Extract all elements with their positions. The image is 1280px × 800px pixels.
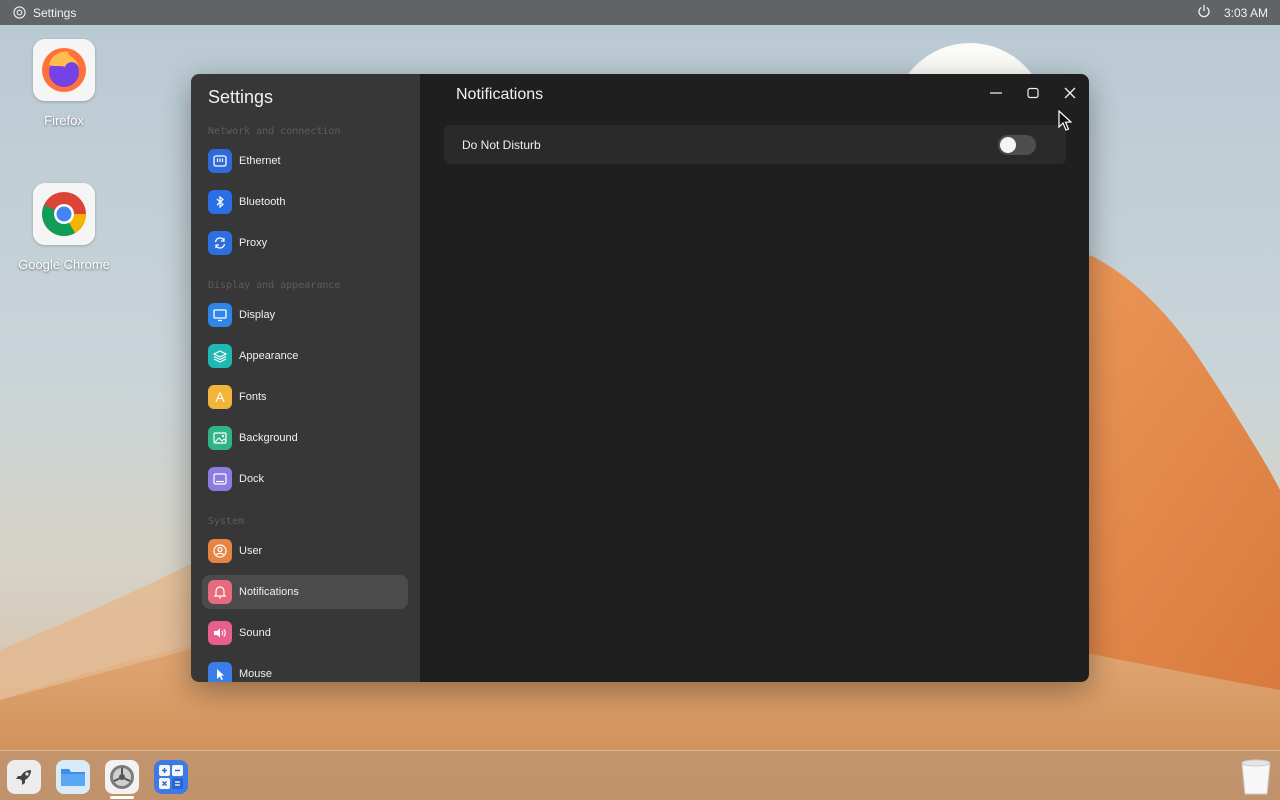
sidebar-item-background[interactable]: Background [202,421,408,455]
launcher-icon[interactable] [7,760,41,794]
dock [0,750,1280,800]
settings-app-icon [13,6,26,19]
section-system: System [208,516,245,527]
sidebar-item-proxy[interactable]: Proxy [202,226,408,260]
sidebar-item-label: Display [239,309,276,321]
settings-window: Settings Network and connection Ethernet… [191,74,1089,682]
sidebar-item-label: Proxy [239,237,268,249]
close-button[interactable] [1061,84,1079,102]
desktop-icon-firefox[interactable]: Firefox [9,39,119,128]
close-icon [1064,87,1076,99]
settings-content: Notifications Do Not Disturb [420,74,1089,682]
trash-icon[interactable] [1238,757,1274,797]
files-icon[interactable] [56,760,90,794]
settings-sidebar: Settings Network and connection Ethernet… [191,74,420,682]
sidebar-item-user[interactable]: User [202,534,408,568]
sidebar-item-label: Background [239,432,298,444]
mouse-cursor-icon [1058,110,1072,131]
active-app-indicator [110,796,134,799]
minimize-icon [990,92,1002,94]
clock: 3:03 AM [1223,5,1268,20]
sidebar-title: Settings [208,87,274,107]
sidebar-item-label: Appearance [239,350,299,362]
calculator-icon[interactable] [154,760,188,794]
sound-icon [208,621,232,645]
proxy-icon [208,231,232,255]
sidebar-item-label: User [239,545,263,557]
dock-icon [208,467,232,491]
sidebar-item-dock[interactable]: Dock [202,462,408,496]
display-icon [208,303,232,327]
bell-icon [208,580,232,604]
sidebar-item-label: Mouse [239,668,273,680]
sidebar-item-label: Sound [239,627,271,639]
desktop-icon-label: Google Chrome [18,257,110,272]
fonts-icon: A [208,385,232,409]
sidebar-item-label: Ethernet [239,155,281,167]
do-not-disturb-label: Do Not Disturb [462,137,541,152]
sidebar-item-fonts[interactable]: A Fonts [202,380,408,414]
settings-icon[interactable] [105,760,139,794]
sidebar-item-notifications[interactable]: Notifications [202,575,408,609]
top-panel: Settings 3:03 AM [0,0,1280,25]
minimize-button[interactable] [987,84,1005,102]
do-not-disturb-row: Do Not Disturb [444,125,1066,164]
user-icon [208,539,232,563]
section-display: Display and appearance [208,280,341,291]
sidebar-item-label: Bluetooth [239,196,286,208]
sidebar-item-label: Fonts [239,391,267,403]
active-app-title: Settings [33,5,77,20]
maximize-button[interactable] [1024,84,1042,102]
mouse-icon [208,662,232,682]
sidebar-item-bluetooth[interactable]: Bluetooth [202,185,408,219]
ethernet-icon [208,149,232,173]
bluetooth-icon [208,190,232,214]
power-icon[interactable] [1197,4,1211,21]
firefox-icon [33,39,95,101]
sidebar-item-sound[interactable]: Sound [202,616,408,650]
sidebar-item-display[interactable]: Display [202,298,408,332]
background-icon [208,426,232,450]
appearance-icon [208,344,232,368]
do-not-disturb-toggle[interactable] [998,135,1036,155]
sidebar-item-ethernet[interactable]: Ethernet [202,144,408,178]
sidebar-item-label: Notifications [239,586,299,598]
page-title: Notifications [456,86,544,103]
desktop-icon-label: Firefox [44,113,84,128]
sidebar-item-appearance[interactable]: Appearance [202,339,408,373]
chrome-icon [33,183,95,245]
section-network: Network and connection [208,126,341,137]
sidebar-item-label: Dock [239,473,265,485]
desktop-icon-chrome[interactable]: Google Chrome [9,183,119,272]
toggle-knob [1000,137,1016,153]
sidebar-item-mouse[interactable]: Mouse [202,657,408,682]
maximize-icon [1027,87,1039,99]
